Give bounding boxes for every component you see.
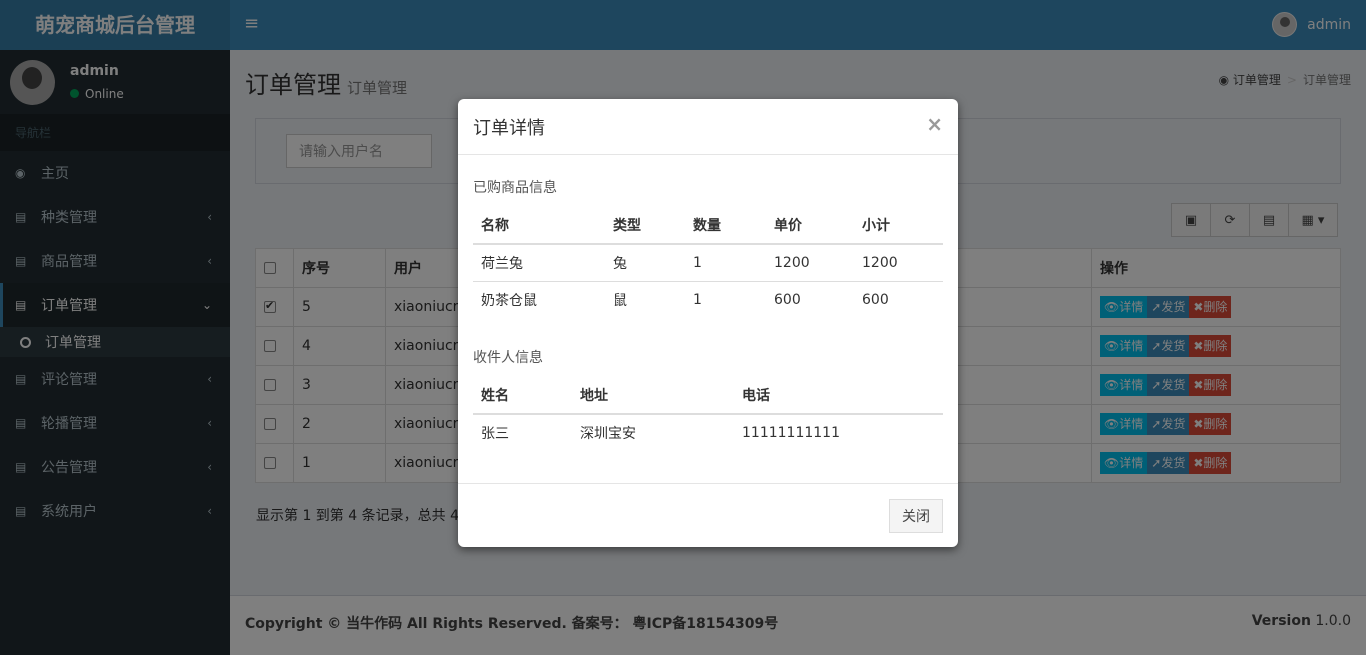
order-detail-modal: 订单详情 × 已购商品信息 名称 类型 数量 单价 小计 荷兰兔兔 1 1200 12…	[458, 99, 958, 547]
modal-title: 订单详情	[473, 118, 545, 139]
modal-footer: 关闭	[458, 483, 958, 547]
goods-table: 名称 类型 数量 单价 小计 荷兰兔兔 1 1200 1200 奶茶仓鼠鼠 1 600 60…	[473, 207, 943, 319]
close-icon[interactable]: ×	[926, 112, 943, 136]
table-row: 奶茶仓鼠鼠 1 600 600	[473, 281, 943, 319]
table-row: 荷兰兔兔 1 1200 1200	[473, 243, 943, 282]
modal-body: 已购商品信息 名称 类型 数量 单价 小计 荷兰兔兔 1 1200 1200 奶茶仓鼠…	[458, 155, 958, 451]
table-row: 张三 深圳宝安 11111111111	[473, 413, 943, 451]
close-button[interactable]: 关闭	[889, 499, 943, 533]
receiver-table: 姓名 地址 电话 张三 深圳宝安 11111111111	[473, 376, 943, 451]
modal-header: 订单详情	[458, 99, 958, 155]
receiver-section-title: 收件人信息	[473, 349, 543, 366]
goods-section-title: 已购商品信息	[473, 180, 557, 196]
